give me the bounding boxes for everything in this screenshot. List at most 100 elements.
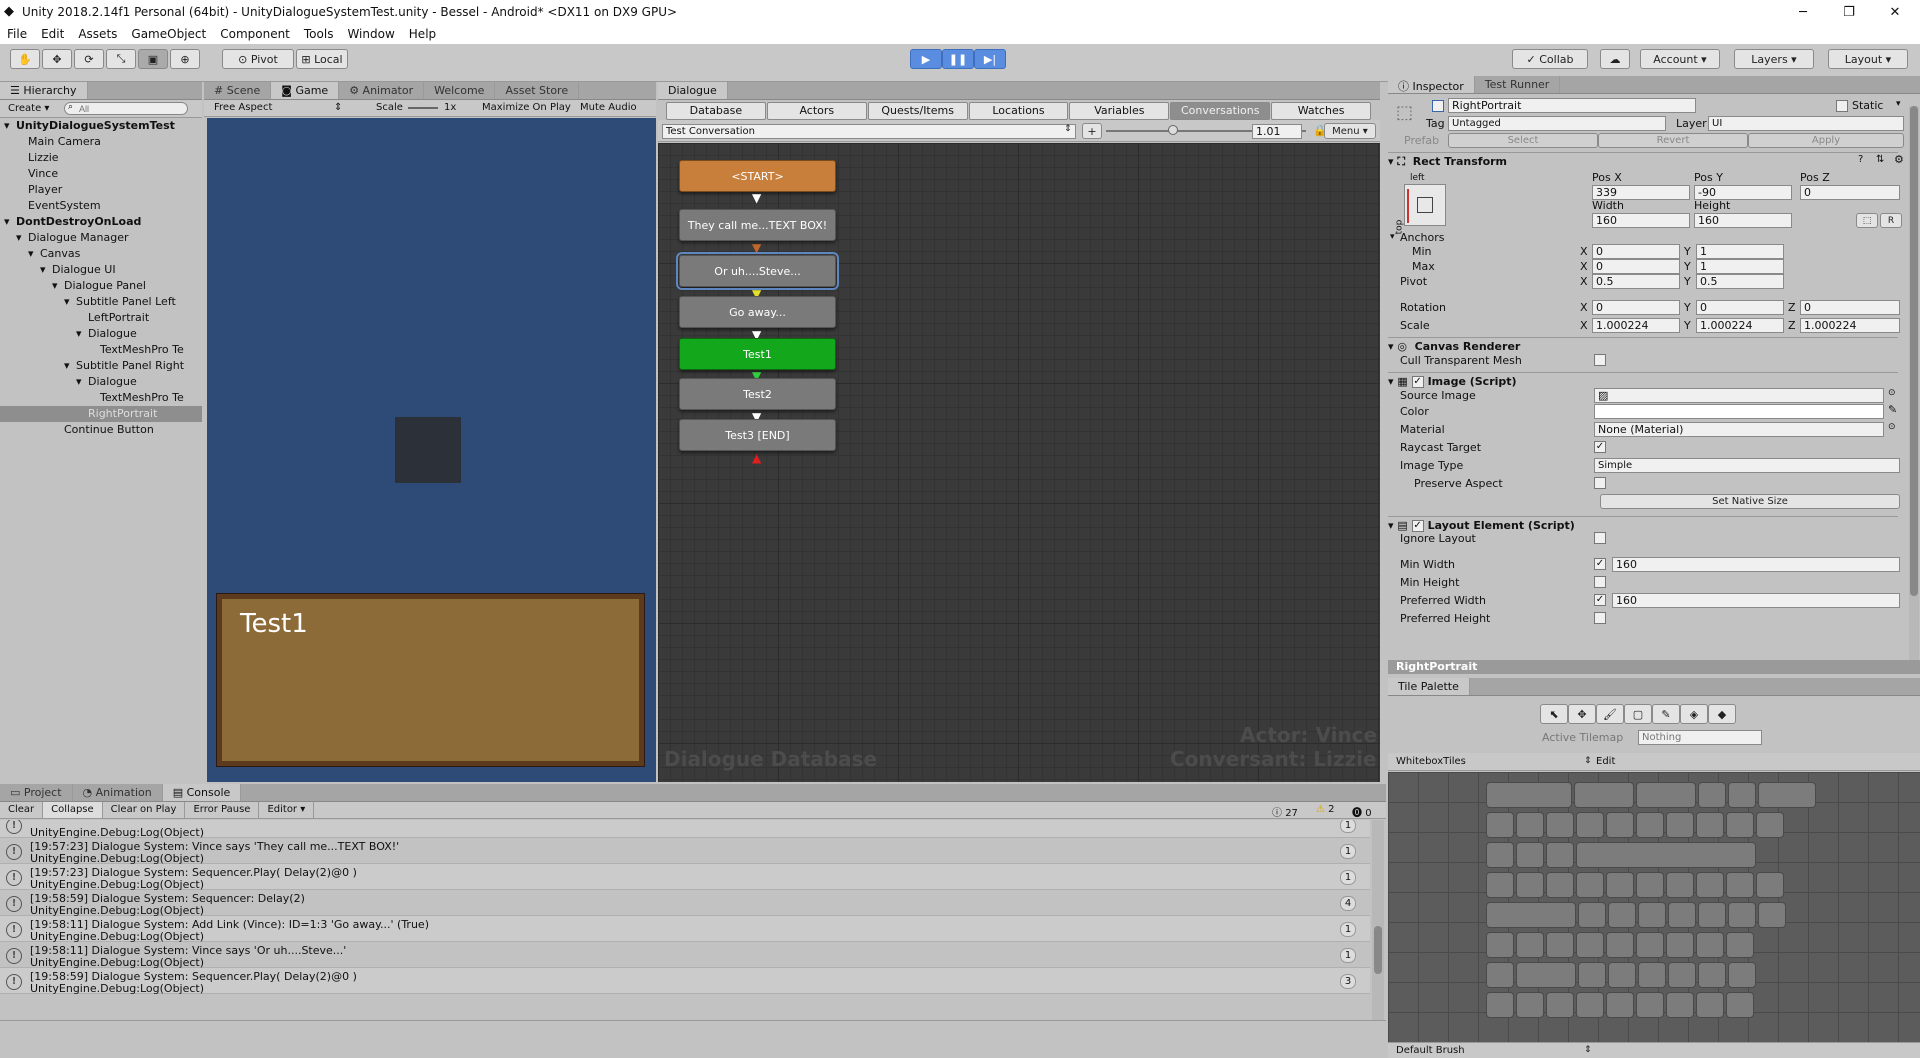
layout-enabled-checkbox[interactable]: ✓ <box>1411 519 1424 532</box>
inspector-scroll-thumb[interactable] <box>1910 106 1918 596</box>
prefab-apply-button[interactable]: Apply <box>1748 133 1904 148</box>
node-test2[interactable]: Test2 <box>679 378 836 410</box>
hierarchy-item[interactable]: Continue Button <box>0 422 202 438</box>
layout-dropdown[interactable]: Layout ▾ <box>1828 49 1908 69</box>
color-field[interactable] <box>1594 404 1884 419</box>
palette-tile[interactable] <box>1728 962 1756 988</box>
fold-arrow-icon[interactable]: ▾ <box>28 246 40 262</box>
palette-tile[interactable] <box>1578 962 1606 988</box>
menu-component[interactable]: Component <box>213 27 297 41</box>
palette-tile[interactable] <box>1546 932 1574 958</box>
palette-tile[interactable] <box>1576 872 1604 898</box>
menu-assets[interactable]: Assets <box>71 27 124 41</box>
rect-transform-header[interactable]: ▾ ⛶ Rect Transform <box>1388 152 1898 170</box>
palette-grid[interactable] <box>1388 772 1920 1042</box>
palette-tile[interactable] <box>1486 962 1514 988</box>
palette-tile[interactable] <box>1758 782 1816 808</box>
node-test1[interactable]: Test1 <box>679 338 836 370</box>
palette-tile[interactable] <box>1726 992 1754 1018</box>
rotate-tool-icon[interactable]: ⟳ <box>74 49 104 69</box>
palette-tile[interactable] <box>1666 812 1694 838</box>
palette-tile[interactable] <box>1756 812 1784 838</box>
pos-z-field[interactable]: 0 <box>1800 185 1900 200</box>
menu-help[interactable]: Help <box>402 27 443 41</box>
object-picker-icon[interactable]: ⊙ <box>1888 388 1896 398</box>
palette-tile[interactable] <box>1668 962 1696 988</box>
tab-animation[interactable]: ◔ Animation <box>73 784 163 801</box>
hierarchy-item[interactable]: RightPortrait <box>0 406 202 422</box>
palette-tile[interactable] <box>1726 812 1754 838</box>
palette-tile[interactable] <box>1666 872 1694 898</box>
hierarchy-item[interactable]: ▾ Dialogue <box>0 326 202 342</box>
palette-tile[interactable] <box>1668 902 1696 928</box>
fold-arrow-icon[interactable]: ▾ <box>4 214 16 230</box>
tab-asset-store[interactable]: Asset Store <box>495 82 580 99</box>
palette-tile[interactable] <box>1666 932 1694 958</box>
hierarchy-item[interactable]: Player <box>0 182 202 198</box>
brush-dropdown[interactable]: Default Brush <box>1396 1045 1465 1056</box>
palette-tile[interactable] <box>1516 842 1544 868</box>
eraser-icon[interactable]: ◈ <box>1680 704 1708 724</box>
hierarchy-item[interactable]: LeftPortrait <box>0 310 202 326</box>
min-width-field[interactable]: 160 <box>1612 557 1900 572</box>
palette-tile[interactable] <box>1576 992 1604 1018</box>
image-enabled-checkbox[interactable]: ✓ <box>1411 375 1424 388</box>
cull-mesh-checkbox[interactable] <box>1594 354 1606 366</box>
inspector-scrollbar[interactable] <box>1909 106 1919 662</box>
hierarchy-item[interactable]: TextMeshPro Te <box>0 342 202 358</box>
anchor-min-y-field[interactable]: 1 <box>1696 244 1784 259</box>
fold-arrow-icon[interactable]: ▾ <box>76 374 88 390</box>
flood-fill-icon[interactable]: ◆ <box>1708 704 1736 724</box>
palette-tile[interactable] <box>1638 902 1666 928</box>
scale-x-field[interactable]: 1.000224 <box>1592 318 1680 333</box>
palette-tile[interactable] <box>1726 872 1754 898</box>
help-icon[interactable]: ? <box>1858 154 1863 165</box>
move-tool-icon[interactable]: ✥ <box>1568 704 1596 724</box>
palette-tile[interactable] <box>1728 782 1756 808</box>
node-start[interactable]: <START> <box>679 160 836 192</box>
palette-tile[interactable] <box>1574 782 1634 808</box>
tab-welcome[interactable]: Welcome <box>424 82 496 99</box>
blueprint-mode-button[interactable]: ⬚ <box>1856 213 1878 228</box>
palette-tile[interactable] <box>1606 872 1634 898</box>
scale-tool-icon[interactable]: ⤡ <box>106 49 136 69</box>
object-picker-icon[interactable]: ⊙ <box>1888 422 1896 432</box>
play-button[interactable]: ▶ <box>910 49 942 69</box>
maximize-button[interactable]: ❐ <box>1826 0 1872 24</box>
anchor-max-x-field[interactable]: 0 <box>1592 259 1680 274</box>
zoom-input[interactable]: 1.01 <box>1252 124 1302 139</box>
palette-tile[interactable] <box>1698 902 1726 928</box>
fold-arrow-icon[interactable]: ▾ <box>16 230 28 246</box>
preserve-aspect-checkbox[interactable] <box>1594 477 1606 489</box>
palette-tile[interactable] <box>1608 902 1636 928</box>
hierarchy-item[interactable]: TextMeshPro Te <box>0 390 202 406</box>
pivot-y-field[interactable]: 0.5 <box>1696 274 1784 289</box>
anchor-presets-button[interactable] <box>1404 184 1446 226</box>
palette-tile[interactable] <box>1756 872 1784 898</box>
hierarchy-item[interactable]: EventSystem <box>0 198 202 214</box>
palette-tile[interactable] <box>1486 872 1514 898</box>
hierarchy-item[interactable]: ▾ Dialogue <box>0 374 202 390</box>
palette-tile[interactable] <box>1486 932 1514 958</box>
active-tilemap-dropdown[interactable]: Nothing <box>1638 730 1762 745</box>
hierarchy-search-input[interactable] <box>64 102 188 115</box>
close-button[interactable]: ✕ <box>1872 0 1918 24</box>
dialogue-tab-conversations[interactable]: Conversations <box>1170 102 1271 120</box>
layer-dropdown[interactable]: UI <box>1708 116 1904 131</box>
palette-tile[interactable] <box>1606 992 1634 1018</box>
tab-game[interactable]: ◙ Game <box>271 82 340 99</box>
select-tool-icon[interactable]: ⬉ <box>1540 704 1568 724</box>
palette-tile[interactable] <box>1696 992 1724 1018</box>
collapse-toggle[interactable]: Collapse <box>43 802 103 818</box>
hierarchy-item[interactable]: Lizzie <box>0 150 202 166</box>
palette-tile[interactable] <box>1606 812 1634 838</box>
tab-dialogue[interactable]: Dialogue <box>658 82 728 99</box>
hand-tool-icon[interactable]: ✋ <box>10 49 40 69</box>
material-field[interactable]: None (Material) <box>1594 422 1884 437</box>
clear-button[interactable]: Clear <box>0 802 44 818</box>
transform-tool-icon[interactable]: ⊕ <box>170 49 200 69</box>
preferred-height-checkbox[interactable] <box>1594 612 1606 624</box>
palette-tile[interactable] <box>1606 932 1634 958</box>
palette-tile[interactable] <box>1516 932 1544 958</box>
hierarchy-item[interactable]: ▾ Dialogue Manager <box>0 230 202 246</box>
